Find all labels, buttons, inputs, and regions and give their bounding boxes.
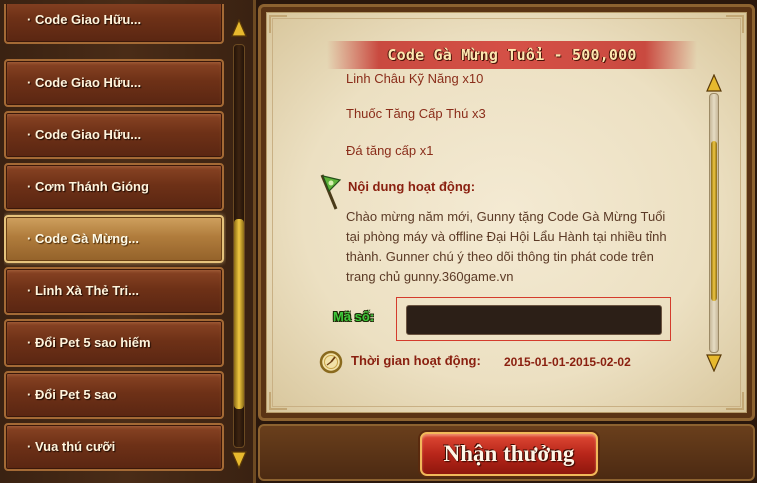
arrow-down-icon[interactable]	[704, 353, 724, 373]
list-item[interactable]: · Vua thú cưỡi	[4, 423, 224, 471]
corner-ornament	[269, 392, 287, 410]
scrollbar-thumb[interactable]	[711, 141, 717, 301]
scrollbar-track[interactable]	[709, 93, 719, 353]
time-value: 2015-01-01-2015-02-02	[504, 355, 631, 369]
title-ribbon: Code Gà Mừng Tuổi - 500,000	[327, 41, 697, 69]
list-item-label: · Vua thú cưỡi	[27, 439, 116, 454]
code-input-frame	[396, 297, 671, 341]
event-list-panel: · Code Giao Hữu... · Code Giao Hữu... · …	[0, 0, 256, 483]
scrollbar-thumb[interactable]	[234, 219, 244, 409]
content-description: Chào mừng năm mới, Gunny tặng Code Gà Mừ…	[346, 209, 667, 284]
scrollbar-track[interactable]	[233, 44, 245, 448]
list-item-selected[interactable]: · Code Gà Mừng...	[4, 215, 224, 263]
event-detail-parchment: Code Gà Mừng Tuổi - 500,000 Linh Châu Kỹ…	[266, 12, 747, 413]
reward-item: Thuốc Tăng Cấp Thú x3	[346, 106, 486, 121]
list-item-label: · Code Giao Hữu...	[27, 75, 142, 90]
corner-ornament	[269, 15, 287, 33]
time-label: Thời gian hoạt động:	[351, 353, 481, 368]
content-heading: Nội dung hoạt động:	[348, 179, 476, 194]
event-title: Code Gà Mừng Tuổi - 500,000	[387, 46, 637, 64]
event-list: · Code Giao Hữu... · Code Giao Hữu... · …	[4, 4, 226, 480]
list-item-label: · Cơm Thánh Gióng	[27, 179, 149, 194]
list-item[interactable]: · Code Giao Hữu...	[4, 4, 224, 44]
list-item-label: · Đổi Pet 5 sao	[27, 387, 117, 402]
code-label: Mã số:	[333, 309, 375, 324]
claim-reward-button[interactable]: Nhận thưởng	[420, 432, 598, 476]
list-item-label: · Linh Xà Thẻ Tri...	[27, 283, 139, 298]
compass-clock-icon	[319, 350, 343, 379]
list-item-label: · Code Giao Hữu...	[27, 12, 142, 27]
list-item-label: · Code Giao Hữu...	[27, 127, 142, 142]
corner-ornament	[726, 392, 744, 410]
list-item[interactable]: · Code Giao Hữu...	[4, 59, 224, 107]
list-item-label: · Đổi Pet 5 sao hiếm	[27, 335, 151, 350]
flag-icon	[316, 171, 344, 216]
list-item[interactable]: · Đổi Pet 5 sao hiếm	[4, 319, 224, 367]
list-item-label: · Code Gà Mừng...	[27, 231, 139, 246]
list-item[interactable]: · Code Giao Hữu...	[4, 111, 224, 159]
corner-ornament	[726, 15, 744, 33]
event-detail-frame: Code Gà Mừng Tuổi - 500,000 Linh Châu Kỹ…	[258, 4, 755, 421]
arrow-up-icon[interactable]	[704, 73, 724, 93]
arrow-up-icon[interactable]	[229, 18, 249, 38]
action-bar: Nhận thưởng	[258, 424, 755, 481]
list-item[interactable]: · Cơm Thánh Gióng	[4, 163, 224, 211]
list-item[interactable]: · Linh Xà Thẻ Tri...	[4, 267, 224, 315]
event-list-scrollbar[interactable]	[229, 18, 249, 470]
list-item[interactable]: · Đổi Pet 5 sao	[4, 371, 224, 419]
reward-item: Linh Châu Kỹ Năng x10	[346, 71, 484, 86]
code-input[interactable]	[406, 305, 662, 335]
reward-item: Đá tăng cấp x1	[346, 143, 434, 158]
detail-scrollbar[interactable]	[703, 73, 725, 373]
arrow-down-icon[interactable]	[229, 450, 249, 470]
